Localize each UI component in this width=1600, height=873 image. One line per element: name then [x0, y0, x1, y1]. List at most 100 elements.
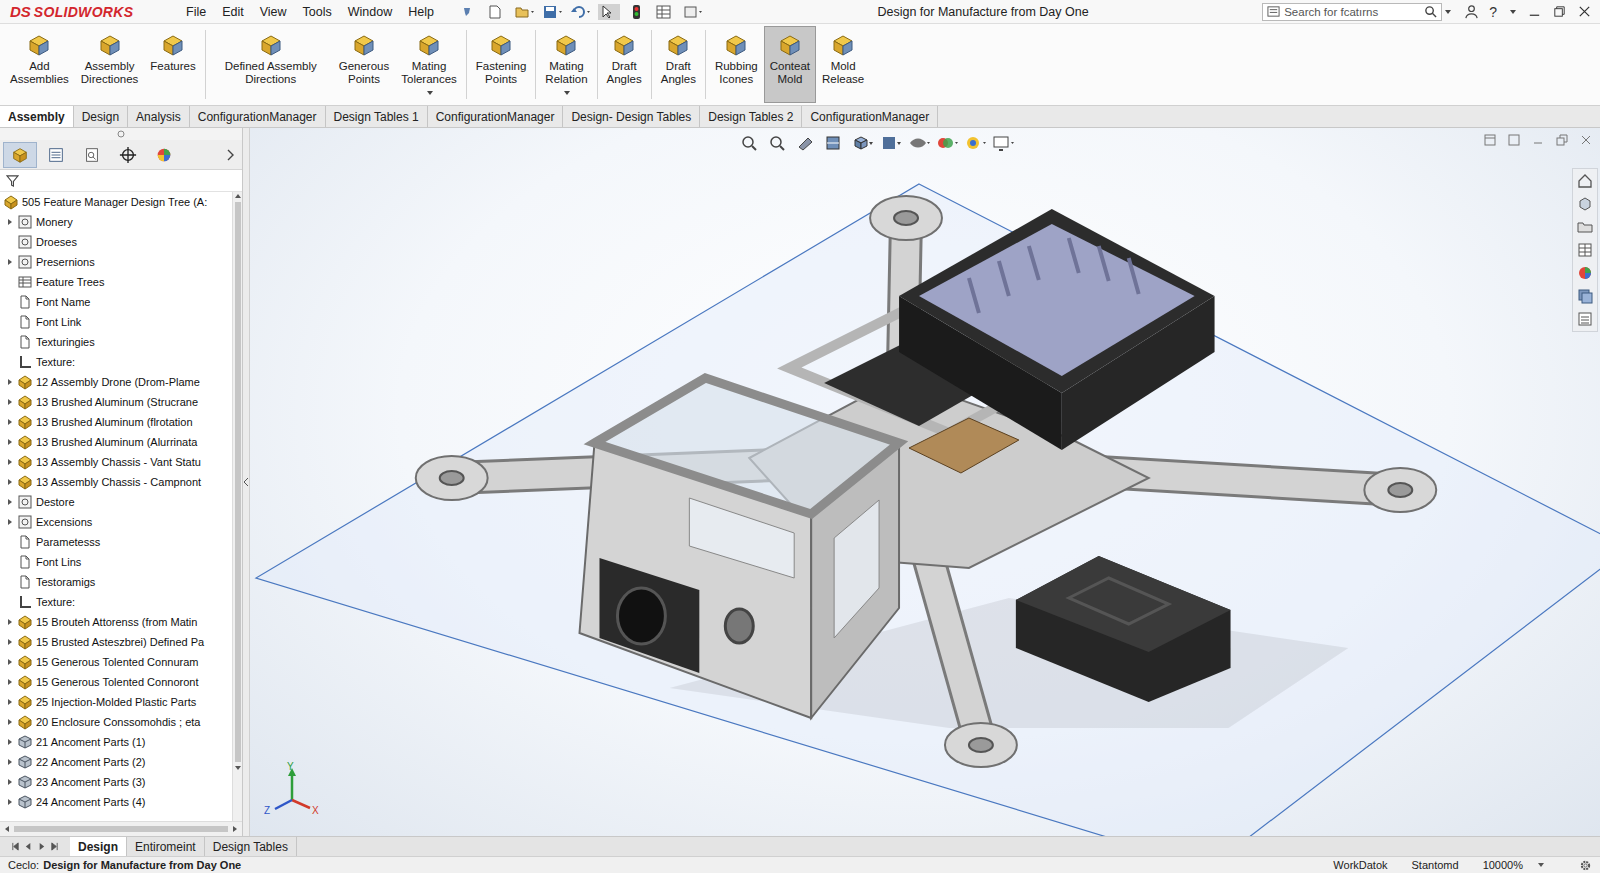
tree-item[interactable]: Monery — [0, 212, 232, 232]
zoom-area-icon[interactable] — [768, 134, 790, 152]
tree-item[interactable]: 24 Ancoment Parts (4) — [0, 792, 232, 812]
tree-item[interactable]: Presernions — [0, 252, 232, 272]
menu-item[interactable]: Tools — [295, 3, 340, 21]
menu-item[interactable]: Help — [400, 3, 442, 21]
tree-item[interactable]: 13 Assembly Chassis - Campnont — [0, 472, 232, 492]
scroll-right-icon[interactable] — [231, 825, 239, 833]
layers-icon[interactable] — [1576, 287, 1594, 305]
ribbon-button[interactable]: Fastening Points — [470, 26, 533, 103]
more-tabs-icon[interactable] — [225, 148, 235, 162]
help-button[interactable]: ? — [1489, 4, 1497, 20]
new-icon[interactable] — [486, 4, 508, 20]
palette-icon[interactable] — [1576, 264, 1594, 282]
open-icon[interactable] — [514, 4, 536, 20]
user-icon[interactable] — [1464, 4, 1479, 19]
folder-icon[interactable] — [1576, 218, 1594, 236]
tree-item[interactable]: 25 Injection-Molded Plastic Parts — [0, 692, 232, 712]
expand-arrow-icon[interactable] — [6, 258, 14, 266]
viewport-close-icon[interactable] — [1580, 134, 1592, 146]
expand-arrow-icon[interactable] — [6, 758, 14, 766]
dropdown-arrow-icon[interactable] — [563, 89, 571, 97]
ribbon-button[interactable]: Mold Release — [816, 26, 870, 103]
display-icon[interactable] — [880, 134, 902, 152]
expand-arrow-icon[interactable] — [6, 658, 14, 666]
menu-item[interactable]: File — [178, 3, 214, 21]
graphics-area[interactable]: YXZ — [250, 128, 1600, 836]
menu-item[interactable]: View — [252, 3, 295, 21]
tree-item[interactable]: Parametesss — [0, 532, 232, 552]
tree-item[interactable]: Texture: — [0, 592, 232, 612]
expand-arrow-icon[interactable] — [6, 778, 14, 786]
expand-arrow-icon[interactable] — [6, 398, 14, 406]
ribbon-button[interactable]: Draft Angles — [655, 26, 702, 103]
dropdown-arrow-icon[interactable] — [426, 89, 434, 97]
command-tab[interactable]: Assembly — [0, 106, 74, 127]
table-icon[interactable] — [1576, 241, 1594, 259]
ribbon-button[interactable]: Mating Relation — [539, 26, 593, 103]
list-icon[interactable] — [1576, 310, 1594, 328]
search-dropdown-icon[interactable] — [1444, 8, 1452, 16]
expand-arrow-icon[interactable] — [6, 378, 14, 386]
close-icon[interactable] — [1577, 4, 1592, 19]
expand-arrow-icon[interactable] — [6, 218, 14, 226]
view-icon[interactable] — [852, 134, 874, 152]
command-tab[interactable]: ConfigurationManager — [428, 106, 564, 127]
minimize-icon[interactable] — [1527, 4, 1542, 19]
tree-item[interactable]: 15 Brusted Asteszbrei) Defined Pa — [0, 632, 232, 652]
tree-item[interactable]: 13 Assembly Chassis - Vant Statu — [0, 452, 232, 472]
expand-arrow-icon[interactable] — [6, 698, 14, 706]
expand-arrow-icon[interactable] — [6, 738, 14, 746]
ribbon-button[interactable]: Mating Tolerances — [395, 26, 463, 103]
panel-splitter[interactable] — [243, 128, 250, 836]
scroll-up-icon[interactable] — [234, 192, 242, 200]
status-item[interactable]: 10000% — [1473, 859, 1533, 871]
help-dropdown-icon[interactable] — [1509, 8, 1517, 16]
tile-icon[interactable] — [1484, 134, 1496, 146]
tree-root[interactable]: 505 Feature Manager Design Tree (A: — [0, 192, 232, 212]
panel-handle[interactable] — [0, 128, 242, 140]
undo-icon[interactable] — [570, 4, 592, 20]
units-dropdown-icon[interactable] — [1537, 861, 1545, 869]
tree-item[interactable]: 15 Brouteh Attorenss (from Matin — [0, 612, 232, 632]
panel-tab[interactable] — [147, 142, 181, 168]
tree-item[interactable]: 12 Assembly Drone (Drom-Plame — [0, 372, 232, 392]
menu-item[interactable]: Window — [340, 3, 400, 21]
appearance-icon[interactable] — [936, 134, 958, 152]
hide-icon[interactable] — [908, 134, 930, 152]
select-icon[interactable] — [598, 4, 620, 20]
viewport-min-icon[interactable] — [1532, 134, 1544, 146]
tree-item[interactable]: Droeses — [0, 232, 232, 252]
ribbon-button[interactable]: Draft Angles — [601, 26, 648, 103]
command-tab[interactable]: Design — [74, 106, 128, 127]
command-tab[interactable]: Design- Design Tables — [563, 106, 700, 127]
drone-model[interactable] — [250, 128, 1600, 836]
menu-item[interactable]: Edit — [214, 3, 252, 21]
restore-icon[interactable] — [1552, 4, 1567, 19]
horizontal-scrollbar-thumb[interactable] — [14, 826, 228, 832]
model-tab[interactable]: Design — [70, 837, 127, 856]
expand-arrow-icon[interactable] — [6, 438, 14, 446]
command-tab[interactable]: Design Tables 2 — [700, 106, 802, 127]
panel-tab[interactable] — [75, 142, 109, 168]
parts-icon[interactable] — [1576, 195, 1594, 213]
command-tab[interactable]: Design Tables 1 — [326, 106, 428, 127]
tree-item[interactable]: 23 Ancoment Parts (3) — [0, 772, 232, 792]
model-tab[interactable]: Design Tables — [205, 837, 297, 856]
ribbon-button[interactable]: Generous Points — [333, 26, 396, 103]
options-icon[interactable] — [682, 4, 704, 20]
tree-horizontal-scrollbar[interactable] — [0, 821, 242, 836]
scroll-down-icon[interactable] — [234, 764, 242, 772]
zoom-icon[interactable] — [740, 134, 762, 152]
panel-tab[interactable] — [39, 142, 73, 168]
tree-item[interactable]: Texture: — [0, 352, 232, 372]
gear-icon[interactable] — [1579, 859, 1592, 872]
tree-item[interactable]: 13 Brushed Aluminum (Strucrane — [0, 392, 232, 412]
expand-arrow-icon[interactable] — [6, 718, 14, 726]
tree-item[interactable]: 20 Enclosure Conssomohdis ; eta — [0, 712, 232, 732]
expand-arrow-icon[interactable] — [6, 518, 14, 526]
scrollbar-thumb[interactable] — [235, 202, 241, 762]
tree-item[interactable]: Font Lins — [0, 552, 232, 572]
panel-tab[interactable] — [111, 142, 145, 168]
next-tab-icon[interactable] — [37, 842, 46, 851]
tree-item[interactable]: Feature Trees — [0, 272, 232, 292]
